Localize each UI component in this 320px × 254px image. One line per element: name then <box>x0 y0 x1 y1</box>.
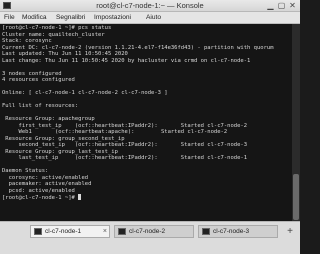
tab-label: cl-c7-node-3 <box>213 228 250 235</box>
window-bottom-edge <box>0 241 300 254</box>
tab-node-1[interactable]: cl-c7-node-1 × <box>30 225 110 238</box>
terminal-icon <box>118 228 126 235</box>
terminal-line-text: Current DC: cl-c7-node-2 (version 1.1.21… <box>2 44 274 51</box>
terminal-line-text: second_test_ip (ocf::heartbeat:IPaddr2):… <box>2 142 248 148</box>
terminal-output[interactable]: [root@cl-c7-node-1 ~]# pcs status Cluster… <box>0 24 292 221</box>
terminal-line-text: Resource Group: group_last_test_ip <box>2 148 118 155</box>
menu-file[interactable]: File <box>4 12 15 23</box>
tab-label: cl-c7-node-1 <box>45 228 82 235</box>
terminal-line-text: Daemon Status: <box>2 168 49 174</box>
window-titlebar: root@cl-c7-node-1:~ — Konsole ▁ ▢ ✕ <box>0 0 300 12</box>
terminal-line-text: pacemaker: active/enabled <box>2 181 92 187</box>
terminal-icon <box>202 228 210 235</box>
terminal-line-text: Last change: Thu Jun 11 10:50:45 2020 by… <box>2 57 251 64</box>
terminal-line: Last change: Thu Jun 11 10:50:45 2020 by… <box>2 58 290 65</box>
menu-modifica[interactable]: Modifica <box>22 12 47 23</box>
close-tab-icon[interactable]: × <box>103 226 107 237</box>
tab-bar: cl-c7-node-1 × cl-c7-node-2 cl-c7-node-3… <box>0 221 300 241</box>
terminal-cursor <box>78 194 82 200</box>
terminal-line-text: last_test_ip (ocf::heartbeat:IPaddr2): S… <box>2 155 248 161</box>
terminal-line-text: first_test_ip (ocf::heartbeat:IPaddr2): … <box>2 122 248 129</box>
terminal-line-text: Cluster name: quailtech_cluster <box>2 31 105 38</box>
menu-impostazioni[interactable]: Impostazioni <box>94 12 131 23</box>
minimize-icon[interactable]: ▁ <box>266 1 275 10</box>
close-window-icon[interactable]: ✕ <box>288 1 297 10</box>
window-title: root@cl-c7-node-1:~ — Konsole <box>96 1 204 10</box>
terminal-line-text: Web1 (ocf::heartbeat:apache): Started cl… <box>2 129 228 135</box>
tab-label: cl-c7-node-2 <box>129 228 166 235</box>
terminal-line-text: corosync: active/enabled <box>2 174 89 181</box>
terminal-line-text: Resource Group: group_second_test_ip <box>2 135 125 142</box>
terminal-scrollbar[interactable] <box>292 24 300 221</box>
terminal-line-text: Full list of resources: <box>2 103 79 109</box>
menu-bar: File Modifica Segnalibri Impostazioni Ai… <box>0 12 300 24</box>
new-tab-icon[interactable]: + <box>285 227 295 237</box>
terminal-line-text: pcsd: active/enabled <box>2 187 75 194</box>
menu-segnalibri[interactable]: Segnalibri <box>56 12 85 23</box>
maximize-icon[interactable]: ▢ <box>277 1 286 10</box>
tab-node-3[interactable]: cl-c7-node-3 <box>198 225 278 238</box>
terminal-icon <box>34 228 42 235</box>
tab-node-2[interactable]: cl-c7-node-2 <box>114 225 194 238</box>
terminal-line: last_test_ip (ocf::heartbeat:IPaddr2): S… <box>2 155 290 162</box>
scrollbar-thumb[interactable] <box>293 174 299 220</box>
terminal-line-text: 3 nodes configured <box>2 70 62 77</box>
menu-aiuto[interactable]: Aiuto <box>146 12 161 23</box>
terminal-line-text: Resource Group: apachegroup <box>2 116 95 122</box>
terminal-line-text: 4 resources configured <box>2 77 75 83</box>
terminal-line-text: Last updated: Thu Jun 11 10:50:45 2020 <box>2 51 128 57</box>
terminal-line-text: [root@cl-c7-node-1 ~]# pcs status <box>2 25 112 31</box>
terminal-line: [root@cl-c7-node-1 ~]# <box>2 194 290 201</box>
terminal-line-text: Online: [ cl-c7-node-1 cl-c7-node-2 cl-c… <box>2 90 168 96</box>
terminal-line-text: Stack: corosync <box>2 38 52 44</box>
terminal-line-text: [root@cl-c7-node-1 ~]# <box>2 195 79 201</box>
